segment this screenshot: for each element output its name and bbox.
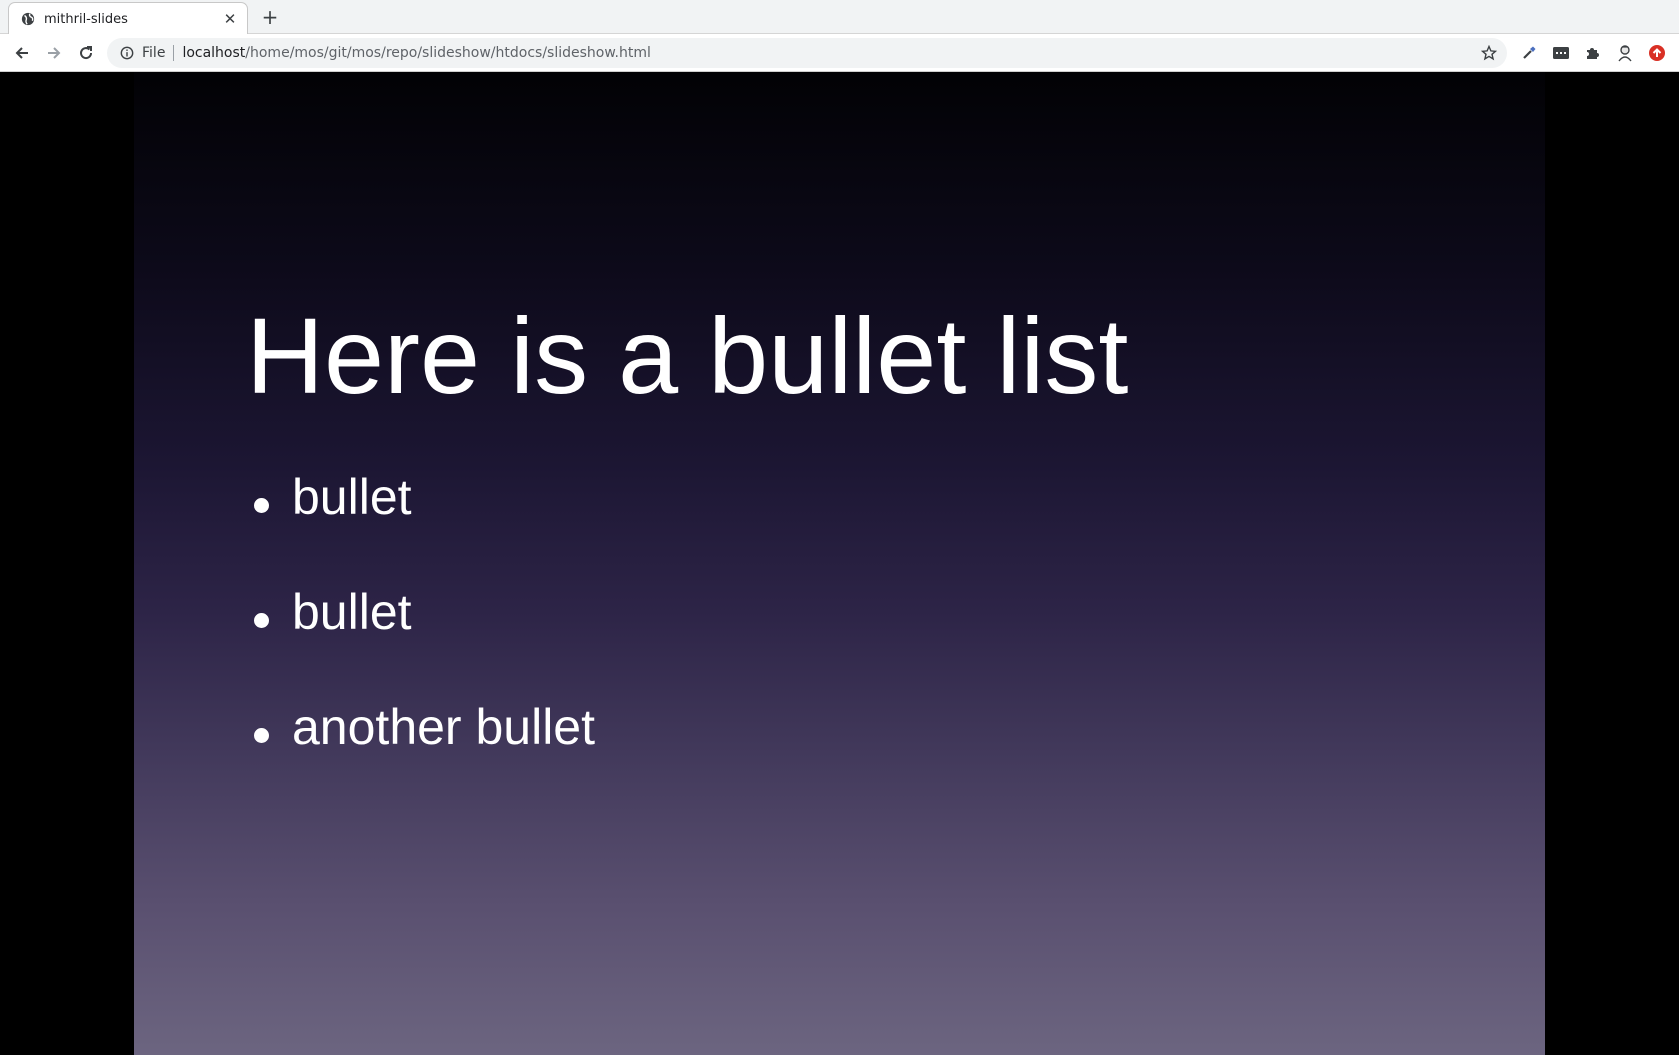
- list-item: bullet: [246, 587, 595, 702]
- slide-title: Here is a bullet list: [246, 295, 1129, 416]
- globe-icon: [20, 11, 36, 27]
- page-viewport: Here is a bullet list bullet bullet anot…: [0, 72, 1679, 1055]
- update-icon[interactable]: [1643, 39, 1671, 67]
- bullet-dot-icon: [254, 728, 269, 743]
- plus-icon[interactable]: +: [258, 5, 282, 29]
- url-divider: [173, 45, 175, 61]
- tab-strip: mithril-slides ✕ +: [0, 0, 1679, 35]
- eyedropper-icon[interactable]: [1515, 39, 1543, 67]
- browser-toolbar: File localhost/home/mos/git/mos/repo/sli…: [0, 34, 1679, 72]
- bullet-dot-icon: [254, 613, 269, 628]
- star-icon[interactable]: [1480, 44, 1498, 62]
- url-host: localhost: [182, 45, 246, 61]
- bullet-text: bullet: [292, 584, 412, 640]
- reload-icon[interactable]: [72, 39, 100, 67]
- slide[interactable]: Here is a bullet list bullet bullet anot…: [134, 72, 1545, 1055]
- back-arrow-icon[interactable]: [8, 39, 36, 67]
- bullet-text: bullet: [292, 469, 412, 525]
- list-item: bullet: [246, 472, 595, 587]
- close-icon[interactable]: ✕: [221, 10, 239, 28]
- bullet-dot-icon: [254, 498, 269, 513]
- devtools-icon[interactable]: [1547, 39, 1575, 67]
- info-icon[interactable]: [118, 44, 136, 62]
- tab-title: mithril-slides: [44, 11, 128, 27]
- address-bar[interactable]: File localhost/home/mos/git/mos/repo/sli…: [107, 38, 1507, 68]
- list-item: another bullet: [246, 702, 595, 817]
- profile-icon[interactable]: [1611, 39, 1639, 67]
- bullet-text: another bullet: [292, 699, 596, 755]
- url-path: /home/mos/git/mos/repo/slideshow/htdocs/…: [245, 45, 651, 61]
- forward-arrow-icon[interactable]: [40, 39, 68, 67]
- puzzle-icon[interactable]: [1579, 39, 1607, 67]
- bullet-list: bullet bullet another bullet: [246, 472, 595, 817]
- tab-mithril-slides[interactable]: mithril-slides ✕: [8, 2, 248, 35]
- url-scheme-label: File: [142, 45, 166, 61]
